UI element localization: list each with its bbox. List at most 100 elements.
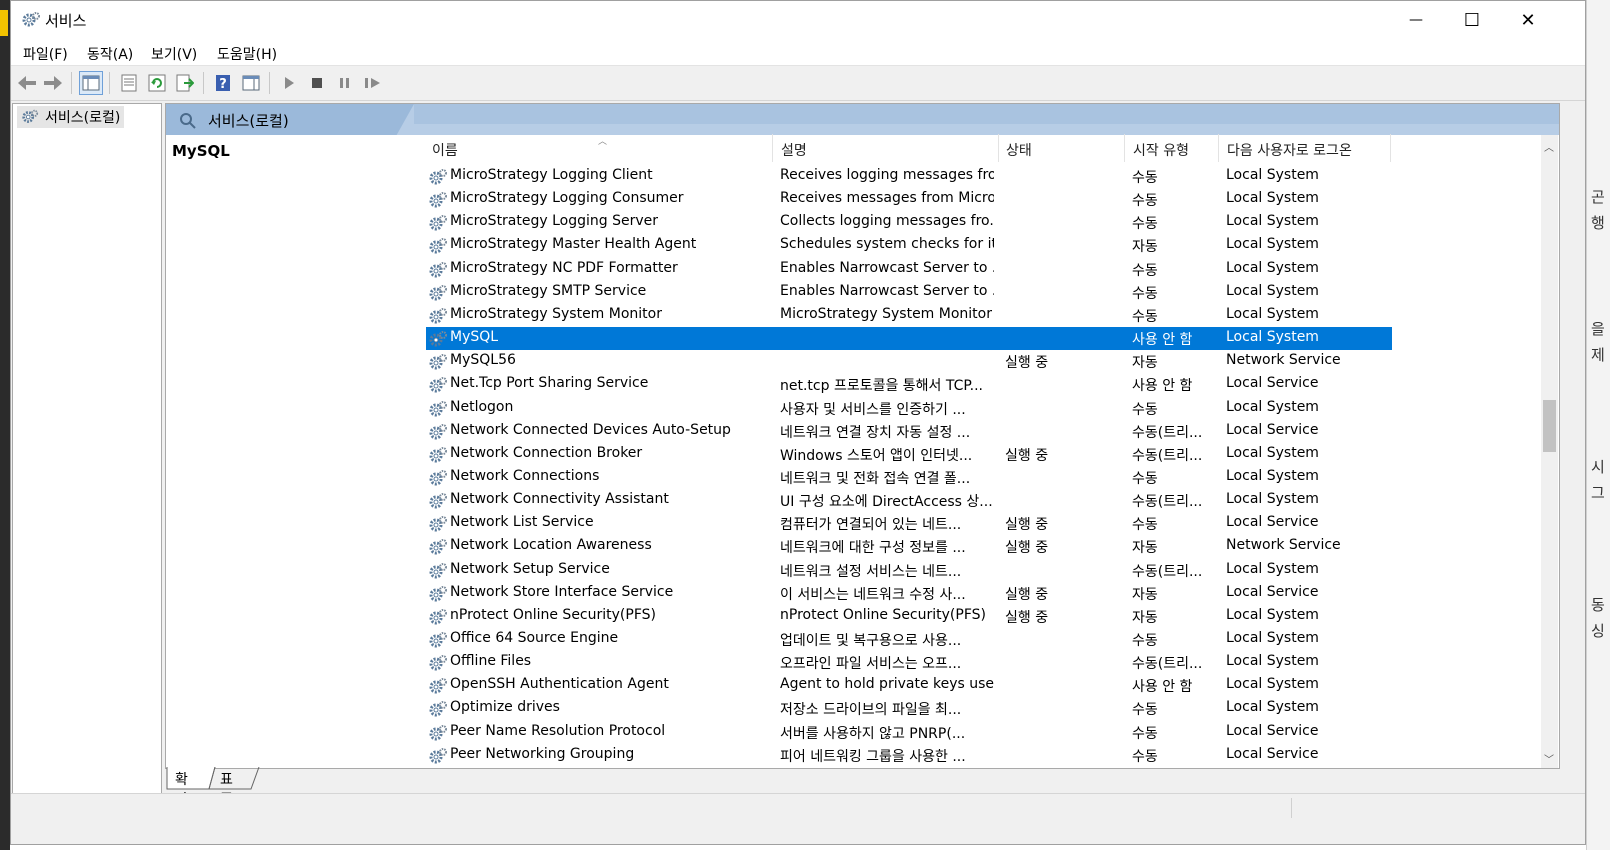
service-logon-as: Local System	[1226, 305, 1319, 322]
menu-file[interactable]: 파일(F)	[23, 44, 68, 64]
maximize-button[interactable]: ☐	[1443, 1, 1501, 39]
minimize-icon: —	[1409, 12, 1423, 28]
service-logon-as: Local Service	[1226, 375, 1319, 392]
show-action-pane-button[interactable]	[239, 71, 263, 95]
refresh-button[interactable]	[145, 71, 169, 95]
service-name: Netlogon	[450, 398, 514, 415]
service-gear-icon	[428, 167, 448, 187]
service-description: 저장소 드라이브의 파일을 최...	[780, 702, 962, 719]
service-logon-as: Network Service	[1226, 352, 1341, 369]
service-logon-as: Local System	[1226, 167, 1319, 183]
service-row[interactable]: Network Connectivity Assistant UI 구성 요소에 …	[426, 489, 1392, 512]
service-row[interactable]: Network Store Interface Service 이 서비스는 네트…	[426, 582, 1392, 605]
service-row[interactable]: Network Connected Devices Auto-Setup 네트워크…	[426, 420, 1392, 443]
tree-node-services-local[interactable]: 서비스(로컬)	[17, 106, 125, 128]
service-gear-icon	[428, 236, 448, 256]
menu-bar: 파일(F) 동작(A) 보기(V) 도움말(H)	[11, 39, 1585, 66]
service-gear-icon	[428, 306, 448, 326]
service-row[interactable]: MySQL 사용 안 함 Local System	[426, 327, 1392, 351]
service-status: 실행 중	[1005, 586, 1049, 603]
service-startup-type: 수동(트리...	[1132, 494, 1203, 511]
service-description: 네트워크 설정 서비스는 네트...	[780, 563, 962, 580]
pause-service-button[interactable]	[333, 71, 357, 95]
service-row[interactable]: Netlogon 사용자 및 서비스를 인증하기 ... 수동 Local Syste…	[426, 397, 1392, 420]
service-logon-as: Local System	[1226, 491, 1319, 508]
service-row[interactable]: MicroStrategy Logging Consumer Receives m…	[426, 188, 1392, 211]
start-service-button[interactable]	[277, 71, 301, 95]
scrollbar-thumb[interactable]	[1543, 400, 1556, 452]
restart-service-button[interactable]	[361, 71, 385, 95]
menu-action[interactable]: 동작(A)	[87, 44, 133, 64]
service-startup-type: 수동	[1132, 470, 1158, 487]
service-row[interactable]: MicroStrategy System Monitor MicroStrateg…	[426, 304, 1392, 327]
service-description: 이 서비스는 네트워크 수정 사...	[780, 586, 966, 603]
scroll-down-icon[interactable]: ﹀	[1544, 751, 1554, 766]
service-description: Enables Narrowcast Server to ...	[780, 259, 994, 276]
service-startup-type: 수동	[1132, 308, 1158, 325]
service-logon-as: Local System	[1226, 606, 1319, 623]
service-gear-icon	[428, 468, 448, 488]
service-row[interactable]: Optimize drives 저장소 드라이브의 파일을 최... 수동 Local…	[426, 697, 1392, 720]
service-name: MicroStrategy Master Health Agent	[450, 236, 697, 253]
service-row[interactable]: MicroStrategy Master Health Agent Schedul…	[426, 234, 1392, 257]
service-row[interactable]: Network List Service 컴퓨터가 연결되어 있는 네트... 실행…	[426, 512, 1392, 535]
minimize-button[interactable]: —	[1387, 1, 1445, 39]
service-row[interactable]: Offline Files 오프라인 파일 서비스는 오프... 수동(트리... L…	[426, 651, 1392, 674]
desktop-glyph: 동	[1591, 596, 1605, 614]
service-row[interactable]: MicroStrategy NC PDF Formatter Enables Na…	[426, 258, 1392, 281]
column-header-logon-as[interactable]: 다음 사용자로 로그온	[1227, 140, 1352, 162]
service-name: Network Connectivity Assistant	[450, 491, 669, 508]
service-row[interactable]: Peer Name Resolution Protocol 서버를 사용하지 않고…	[426, 721, 1392, 744]
scroll-up-icon[interactable]: ︿	[1544, 139, 1554, 154]
service-row[interactable]: Network Location Awareness 네트워크에 대한 구성 정보…	[426, 535, 1392, 558]
service-row[interactable]: nProtect Online Security(PFS) nProtect On…	[426, 605, 1392, 628]
column-header-description[interactable]: 설명	[781, 140, 807, 162]
export-list-button[interactable]	[173, 71, 197, 95]
service-row[interactable]: Network Setup Service 네트워크 설정 서비스는 네트... 수…	[426, 559, 1392, 582]
service-status: 실행 중	[1005, 609, 1049, 626]
service-gear-icon	[428, 584, 448, 604]
column-header-name[interactable]: 이름	[432, 140, 458, 162]
service-startup-type: 수동(트리...	[1132, 447, 1203, 464]
service-row[interactable]: MicroStrategy Logging Client Receives log…	[426, 165, 1392, 188]
service-name: MicroStrategy System Monitor	[450, 305, 662, 322]
stop-service-button[interactable]	[305, 71, 329, 95]
service-row[interactable]: Office 64 Source Engine 업데이트 및 복구용으로 사용..…	[426, 628, 1392, 651]
service-logon-as: Local Service	[1226, 745, 1319, 762]
close-button[interactable]: ✕	[1499, 1, 1557, 39]
service-logon-as: Local System	[1226, 676, 1319, 693]
service-gear-icon	[428, 283, 448, 303]
service-row[interactable]: MySQL56 실행 중 자동 Network Service	[426, 350, 1392, 373]
desktop-glyph: 싱	[1591, 622, 1605, 640]
service-row[interactable]: Peer Networking Grouping 피어 네트워킹 그룹을 사용한 …	[426, 744, 1392, 767]
service-startup-type: 사용 안 함	[1132, 378, 1193, 395]
service-description: 네트워크 연결 장치 자동 설정 ...	[780, 424, 971, 441]
service-name: Offline Files	[450, 653, 532, 670]
service-row[interactable]: OpenSSH Authentication Agent Agent to hol…	[426, 674, 1392, 697]
service-status: 실행 중	[1005, 540, 1049, 557]
service-row[interactable]: Network Connection Broker Windows 스토어 앱이 …	[426, 443, 1392, 466]
service-name: MicroStrategy NC PDF Formatter	[450, 259, 678, 276]
service-row[interactable]: Net.Tcp Port Sharing Service net.tcp 프로토콜…	[426, 373, 1392, 396]
back-button[interactable]	[15, 71, 39, 95]
column-header-status[interactable]: 상태	[1006, 140, 1032, 162]
properties-button[interactable]	[117, 71, 141, 95]
service-startup-type: 수동	[1132, 748, 1158, 765]
vertical-scrollbar[interactable]: ︿ ﹀	[1541, 135, 1558, 768]
stop-icon	[312, 78, 322, 88]
service-row[interactable]: MicroStrategy Logging Server Collects log…	[426, 211, 1392, 234]
menu-help[interactable]: 도움말(H)	[217, 44, 277, 64]
service-name: MicroStrategy Logging Server	[450, 213, 659, 230]
show-tree-button[interactable]	[79, 71, 103, 95]
forward-button[interactable]	[41, 71, 65, 95]
service-description: MicroStrategy System Monitor	[780, 305, 992, 322]
menu-view[interactable]: 보기(V)	[151, 44, 197, 64]
service-description: nProtect Online Security(PFS)	[780, 606, 986, 623]
maximize-icon: ☐	[1463, 9, 1481, 31]
service-row[interactable]: MicroStrategy SMTP Service Enables Narrow…	[426, 281, 1392, 304]
help-button[interactable]: ?	[211, 71, 235, 95]
result-pane-title: 서비스(로컬)	[208, 112, 289, 130]
column-header-startup-type[interactable]: 시작 유형	[1133, 140, 1189, 162]
service-row[interactable]: Network Connections 네트워크 및 전화 접속 연결 폴... 수…	[426, 466, 1392, 489]
title-bar[interactable]: 서비스 — ☐ ✕	[11, 1, 1585, 39]
